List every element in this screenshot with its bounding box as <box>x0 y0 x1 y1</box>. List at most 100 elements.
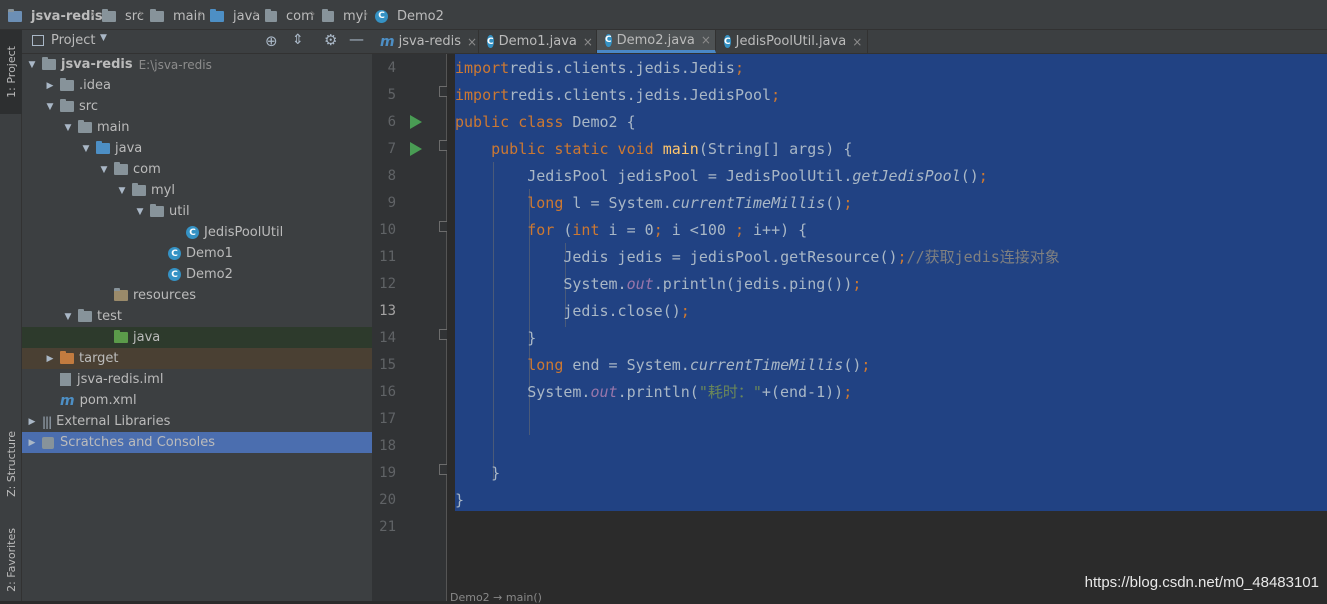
code-token: out <box>626 275 654 293</box>
editor-tab[interactable]: C Demo2.java × <box>597 30 716 53</box>
tree-item-label: src <box>79 99 98 114</box>
expand-arrow-down-icon[interactable]: ▼ <box>44 102 56 112</box>
expand-arrow-down-icon[interactable]: ▼ <box>98 165 110 175</box>
tree-item[interactable]: C Demo2 <box>22 264 372 285</box>
tree-item-label: Scratches and Consoles <box>60 435 216 450</box>
tree-item[interactable]: ▼ jsva-redis E:\jsva-redis <box>22 54 372 75</box>
code-token: i = <box>608 221 645 239</box>
code-token: "耗时：" <box>698 383 762 401</box>
code-token: //获取jedis连接对象 <box>906 248 1060 266</box>
expand-arrow-down-icon[interactable]: ▼ <box>80 144 92 154</box>
expand-arrow-down-icon[interactable]: ▼ <box>116 186 128 196</box>
code-token: System. <box>455 383 591 401</box>
editor-tab[interactable]: C JedisPoolUtil.java × <box>716 30 868 53</box>
breadcrumb-item[interactable]: myl <box>322 7 367 25</box>
code-token: redis.clients.jedis.Jedis <box>509 59 735 77</box>
tree-item[interactable]: ▶ .idea <box>22 75 372 96</box>
code-token: } <box>455 329 537 347</box>
code-line: public class Demo2 { <box>455 109 636 136</box>
package-icon <box>150 204 164 217</box>
close-icon[interactable]: × <box>852 35 862 49</box>
line-number: 18 <box>379 438 396 454</box>
code-token: i < <box>671 221 699 239</box>
editor-tab[interactable]: m jsva-redis × <box>372 30 479 53</box>
code-token: } <box>455 464 501 482</box>
tool-tab-structure-label: Z: Structure <box>4 431 18 497</box>
tree-item[interactable]: jsva-redis.iml <box>22 369 372 390</box>
expand-arrow-right-icon[interactable]: ▶ <box>26 438 38 448</box>
code-line: System.out.println(jedis.ping()); <box>455 271 861 298</box>
tree-item[interactable]: C JedisPoolUtil <box>22 222 372 243</box>
class-icon: C <box>487 35 494 48</box>
editor-tab[interactable]: C Demo1.java × <box>479 30 597 53</box>
code-token: ; <box>843 194 853 212</box>
tree-item[interactable]: m pom.xml <box>22 390 372 411</box>
code-line: long l = System.currentTimeMillis(); <box>455 190 852 217</box>
code-token: ; <box>843 383 853 401</box>
tree-item[interactable]: ▼ util <box>22 201 372 222</box>
close-icon[interactable]: × <box>583 35 593 49</box>
tree-item[interactable]: ▼ src <box>22 96 372 117</box>
tree-item[interactable]: ▼ java <box>22 138 372 159</box>
breadcrumb-item[interactable]: C Demo2 <box>375 7 444 25</box>
breadcrumb-label: Demo2 <box>397 8 444 24</box>
folder-icon <box>96 141 110 154</box>
code-token: ; <box>771 86 781 104</box>
maven-m-icon: m <box>380 33 395 50</box>
folder-icon <box>78 120 92 133</box>
project-module-icon <box>8 8 22 22</box>
tree-item[interactable]: ▶ target <box>22 348 372 369</box>
tree-item[interactable]: ▼ myl <box>22 180 372 201</box>
breadcrumb-item[interactable]: com <box>265 7 314 25</box>
tree-item-label: test <box>97 309 122 324</box>
tree-item[interactable]: ▼ test <box>22 306 372 327</box>
tool-tab-favorites[interactable]: 2: Favorites <box>0 520 22 600</box>
expand-arrow-right-icon[interactable]: ▶ <box>26 417 38 427</box>
resources-folder-icon <box>114 288 128 301</box>
expand-arrow-right-icon[interactable]: ▶ <box>44 81 56 91</box>
run-icon[interactable] <box>410 142 422 156</box>
tree-item[interactable]: ▼ com <box>22 159 372 180</box>
breadcrumb-item[interactable]: jsva-redis <box>8 7 103 25</box>
tool-tab-structure[interactable]: Z: Structure <box>0 422 22 506</box>
expand-arrow-down-icon[interactable]: ▼ <box>62 123 74 133</box>
tree-item-label: java <box>133 330 161 345</box>
line-number: 11 <box>379 249 396 265</box>
tool-tab-project-label: 1: Project <box>4 46 18 98</box>
collapse-all-icon[interactable]: ⇕ <box>292 32 304 48</box>
folder-icon <box>78 309 92 322</box>
run-icon[interactable] <box>410 115 422 129</box>
tree-item[interactable]: C Demo1 <box>22 243 372 264</box>
tree-item-label: pom.xml <box>79 393 137 408</box>
tree-item[interactable]: java <box>22 327 372 348</box>
gear-icon[interactable]: ⚙ <box>324 31 337 49</box>
code-token: out <box>590 383 618 401</box>
breadcrumb-separator: › <box>363 6 369 22</box>
chevron-down-icon[interactable]: ▼ <box>100 33 107 43</box>
expand-arrow-down-icon[interactable]: ▼ <box>62 312 74 322</box>
editor-tab-label: jsva-redis <box>398 34 462 49</box>
tree-item[interactable]: resources <box>22 285 372 306</box>
tree-item[interactable]: ▶ ||| External Libraries <box>22 411 372 432</box>
tree-item[interactable]: ▼ main <box>22 117 372 138</box>
code-line: System.out.println("耗时："+(end-1)); <box>455 379 852 406</box>
line-number: 14 <box>379 330 396 346</box>
project-view-selector[interactable]: Project <box>51 33 95 48</box>
code-token: ; <box>978 167 988 185</box>
code-token: ; <box>653 221 672 239</box>
folder-icon <box>150 8 164 22</box>
code-line: } <box>455 325 536 352</box>
code-editor[interactable]: importredis.clients.jedis.Jedis; importre… <box>447 54 1327 601</box>
hide-panel-icon[interactable]: — <box>349 30 364 48</box>
close-icon[interactable]: × <box>467 35 477 49</box>
expand-arrow-down-icon[interactable]: ▼ <box>134 207 146 217</box>
expand-arrow-down-icon[interactable]: ▼ <box>26 60 38 70</box>
code-token: Jedis jedis = jedisPool.getResource() <box>455 248 898 266</box>
project-view-icon <box>32 35 44 46</box>
tool-tab-project[interactable]: 1: Project <box>0 30 22 114</box>
expand-arrow-right-icon[interactable]: ▶ <box>44 354 56 364</box>
close-icon[interactable]: × <box>701 33 711 47</box>
tree-item[interactable]: ▶ Scratches and Consoles <box>22 432 372 453</box>
locate-target-icon[interactable]: ⊕ <box>265 32 278 50</box>
